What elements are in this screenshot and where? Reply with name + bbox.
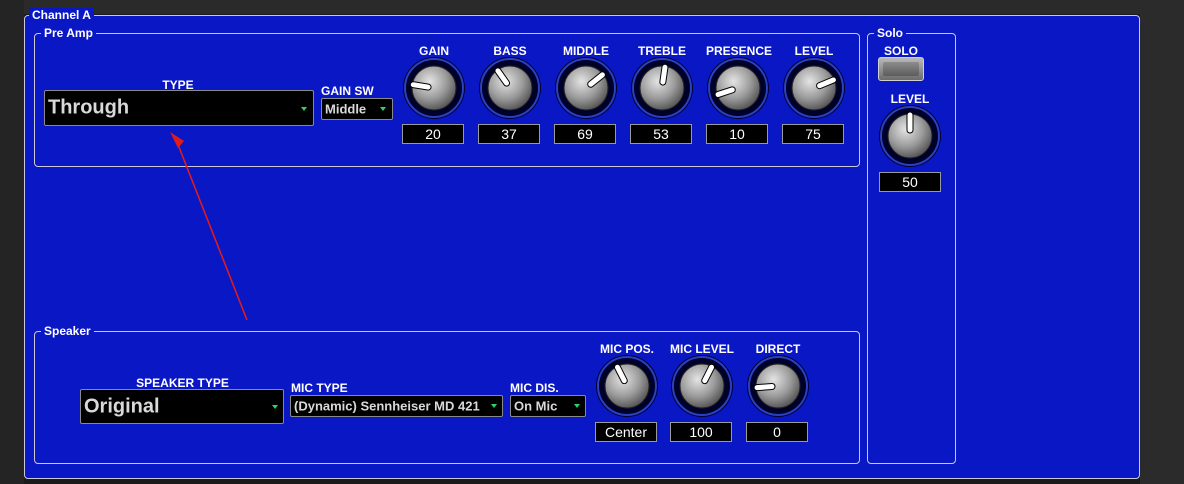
middle-knob[interactable] bbox=[554, 56, 618, 120]
knob-graphic bbox=[403, 57, 465, 119]
knob-graphic bbox=[747, 355, 809, 417]
speaker-type-label: SPEAKER TYPE bbox=[136, 376, 229, 390]
bass-value: 37 bbox=[478, 124, 540, 144]
knob-cap bbox=[487, 65, 533, 111]
background-toolbar bbox=[0, 0, 1184, 14]
chevron-down-icon bbox=[491, 404, 497, 408]
treble-knob[interactable] bbox=[630, 56, 694, 120]
knob-pointer bbox=[660, 64, 668, 85]
background-left-edge bbox=[0, 0, 24, 484]
level-knob[interactable] bbox=[782, 56, 846, 120]
chevron-down-icon bbox=[380, 107, 386, 111]
background-right-edge bbox=[1140, 0, 1184, 484]
mic-pos-knob[interactable] bbox=[595, 354, 659, 418]
solo-title: Solo bbox=[874, 26, 906, 40]
chevron-down-icon bbox=[272, 405, 278, 409]
gain-knob[interactable] bbox=[402, 56, 466, 120]
channel-title: Channel A bbox=[29, 8, 94, 22]
knob-pointer bbox=[754, 383, 775, 391]
speaker-type-value: Original bbox=[84, 395, 160, 417]
knob-graphic bbox=[555, 57, 617, 119]
presence-value: 10 bbox=[706, 124, 768, 144]
knob-graphic bbox=[671, 355, 733, 417]
mic-dis-value: On Mic bbox=[514, 398, 558, 414]
direct-value: 0 bbox=[746, 422, 808, 442]
knob-cap bbox=[715, 65, 761, 111]
solo-toggle-button[interactable] bbox=[878, 57, 924, 81]
middle-value: 69 bbox=[554, 124, 616, 144]
solo-label: SOLO bbox=[883, 44, 918, 58]
mic-type-value: (Dynamic) Sennheiser MD 421 bbox=[294, 398, 480, 414]
preamp-type-value: Through bbox=[48, 96, 130, 119]
preamp-title: Pre Amp bbox=[41, 26, 96, 40]
solo-button-face bbox=[883, 62, 919, 76]
gain-sw-label: GAIN SW bbox=[321, 84, 374, 98]
knob-cap bbox=[604, 363, 650, 409]
knob-graphic bbox=[631, 57, 693, 119]
knob-cap bbox=[679, 363, 725, 409]
chevron-down-icon bbox=[574, 404, 580, 408]
bass-knob[interactable] bbox=[478, 56, 542, 120]
knob-graphic bbox=[596, 355, 658, 417]
level-value: 75 bbox=[782, 124, 844, 144]
mic-pos-value: Center bbox=[595, 422, 657, 442]
mic-dis-label: MIC DIS. bbox=[510, 381, 559, 395]
gain-sw-select[interactable]: Middle bbox=[321, 98, 393, 120]
knob-graphic bbox=[879, 105, 941, 167]
channel-a-panel: Channel A Pre Amp TYPE Through GAIN SW M… bbox=[24, 8, 1140, 479]
mic-dis-select[interactable]: On Mic bbox=[510, 395, 586, 417]
mic-level-knob[interactable] bbox=[670, 354, 734, 418]
mic-level-value: 100 bbox=[670, 422, 732, 442]
knob-graphic bbox=[707, 57, 769, 119]
mic-type-select[interactable]: (Dynamic) Sennheiser MD 421 bbox=[290, 395, 503, 417]
treble-value: 53 bbox=[630, 124, 692, 144]
knob-graphic bbox=[783, 57, 845, 119]
direct-knob[interactable] bbox=[746, 354, 810, 418]
solo-level-knob[interactable] bbox=[878, 104, 942, 168]
presence-knob[interactable] bbox=[706, 56, 770, 120]
gain-sw-value: Middle bbox=[325, 101, 367, 117]
knob-graphic bbox=[479, 57, 541, 119]
speaker-type-select[interactable]: Original bbox=[80, 389, 284, 424]
gain-value: 20 bbox=[402, 124, 464, 144]
solo-level-value: 50 bbox=[879, 172, 941, 192]
mic-type-label: MIC TYPE bbox=[291, 381, 348, 395]
preamp-type-select[interactable]: Through bbox=[44, 90, 314, 126]
speaker-title: Speaker bbox=[41, 324, 94, 338]
knob-cap bbox=[791, 65, 837, 111]
knob-pointer bbox=[410, 82, 431, 90]
chevron-down-icon bbox=[301, 107, 307, 111]
